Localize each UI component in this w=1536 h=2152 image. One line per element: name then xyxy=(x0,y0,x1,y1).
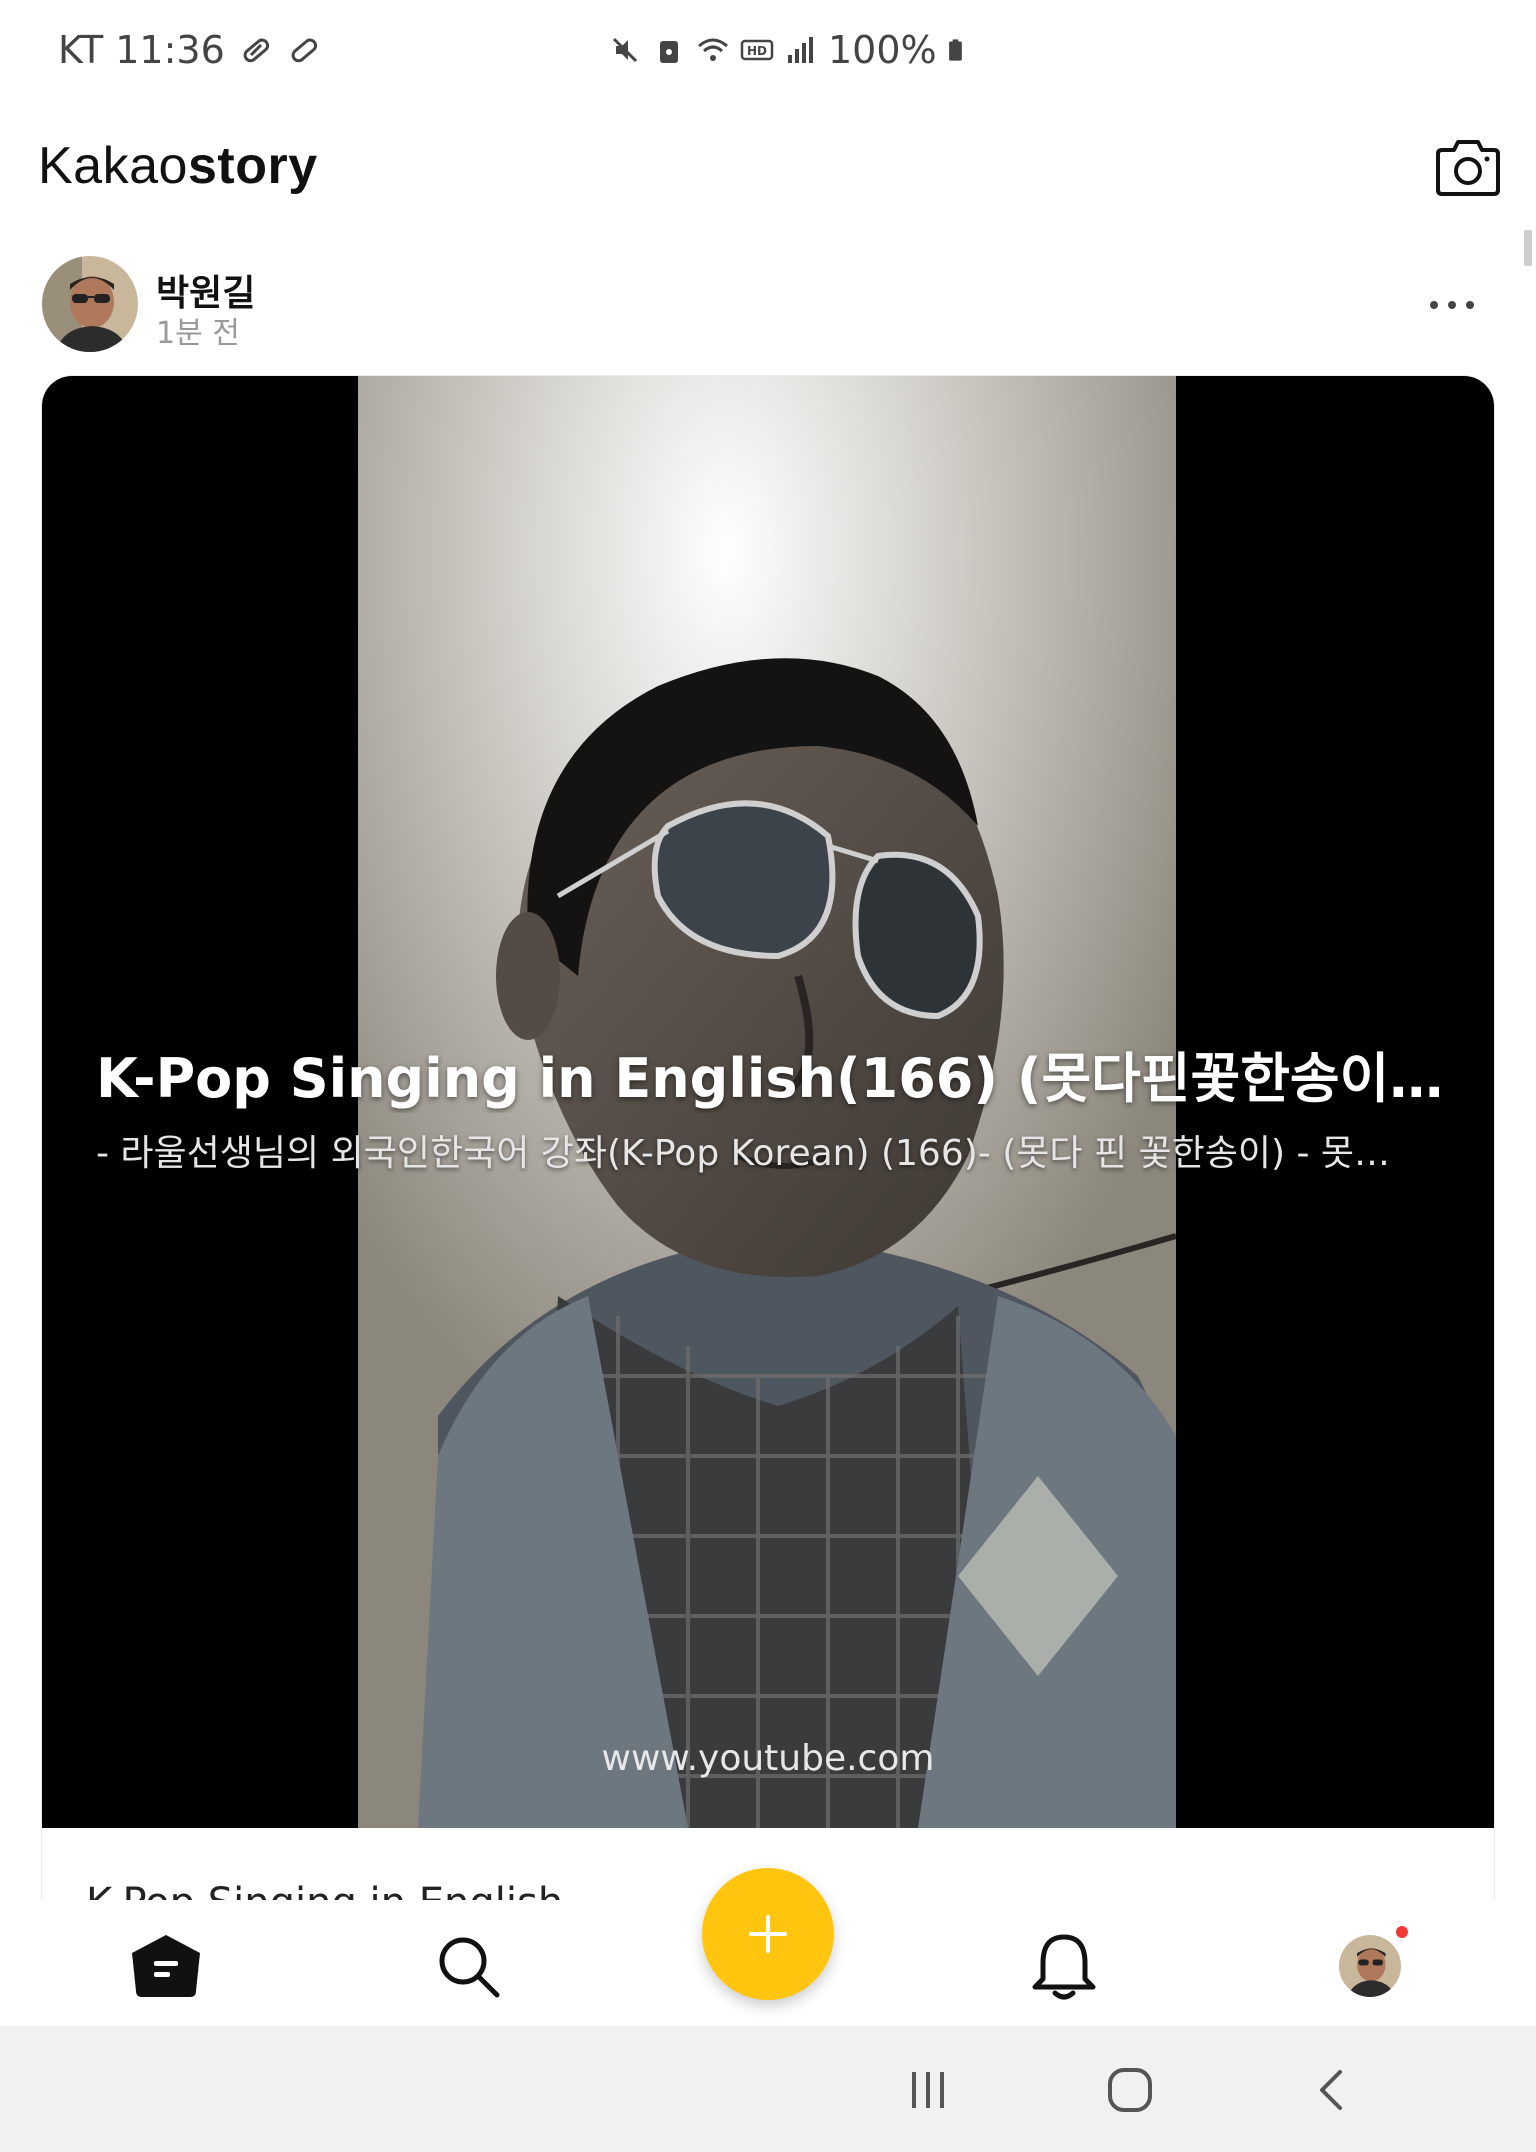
hd-icon: HD xyxy=(740,39,774,61)
system-nav xyxy=(0,2026,1536,2152)
pill-icon xyxy=(291,38,317,63)
notification-badge xyxy=(1396,1926,1408,1938)
pill-icon xyxy=(243,38,269,63)
mute-icon xyxy=(612,37,638,63)
post-time: 1분 전 xyxy=(156,316,240,351)
carrier-time: KT 11:36 xyxy=(58,28,225,72)
app-header: Kakaostory xyxy=(0,120,1536,220)
author-avatar[interactable] xyxy=(42,256,138,352)
link-title[interactable]: K-Pop Singing in English(166) (못다핀꽃한송이)T… xyxy=(96,1034,1446,1113)
dot xyxy=(1448,301,1456,309)
bell-icon[interactable] xyxy=(1024,1926,1104,2006)
wifi-icon xyxy=(698,38,728,61)
post-header: 박원길 1분 전 xyxy=(0,250,1536,360)
status-left: KT 11:36 xyxy=(58,28,321,72)
dot xyxy=(1466,301,1474,309)
brand-bold: story xyxy=(187,137,318,195)
signal-icon xyxy=(788,37,813,63)
battery-icon xyxy=(948,39,962,61)
profile-avatar-image xyxy=(1339,1935,1401,1997)
recents-icon[interactable] xyxy=(898,2060,958,2120)
brand-light: Kakao xyxy=(38,137,188,195)
home-circle-icon[interactable] xyxy=(1100,2060,1160,2120)
profile-avatar[interactable] xyxy=(1330,1926,1410,2006)
search-icon[interactable] xyxy=(428,1926,508,2006)
link-description: - 라울선생님의 외국인한국어 강좌(K-Pop Korean) (166)- … xyxy=(96,1133,1391,1174)
status-right: HD 100% xyxy=(608,28,971,72)
dot xyxy=(1430,301,1438,309)
back-icon[interactable] xyxy=(1302,2060,1362,2120)
svg-text:HD: HD xyxy=(747,44,767,58)
link-preview[interactable]: K-Pop Singing in English(166) (못다핀꽃한송이)T… xyxy=(42,376,1494,1828)
status-bar: KT 11:36 HD 100% xyxy=(0,0,1536,104)
lock-icon xyxy=(660,41,678,63)
battery-percent: 100% xyxy=(828,28,937,72)
camera-icon[interactable] xyxy=(1432,132,1504,204)
home-icon[interactable] xyxy=(126,1926,206,2006)
more-dots-icon[interactable] xyxy=(1424,290,1480,320)
app-title: Kakaostory xyxy=(38,136,318,196)
link-url: www.youtube.com xyxy=(601,1738,935,1779)
post-card: K-Pop Singing in English(166) (못다핀꽃한송이)T… xyxy=(42,376,1494,1916)
write-plus-icon[interactable] xyxy=(702,1868,834,2000)
